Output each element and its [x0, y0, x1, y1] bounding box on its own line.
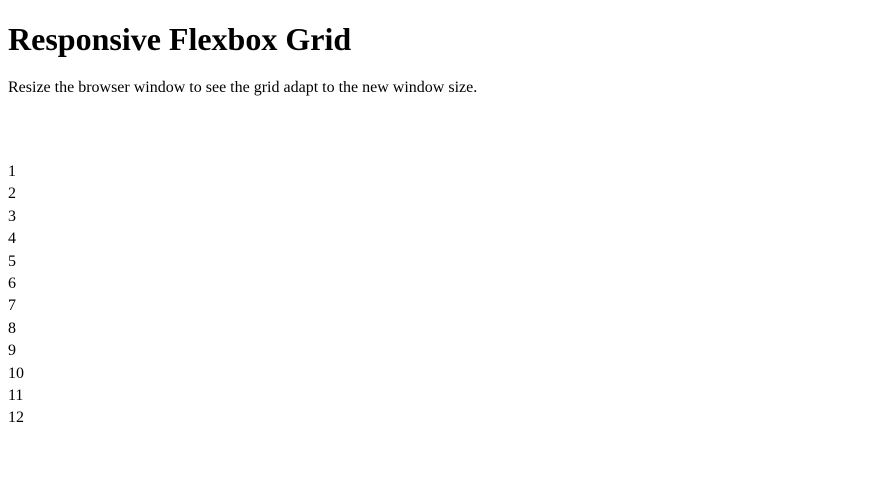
list-item: 3	[8, 206, 881, 228]
page-title: Responsive Flexbox Grid	[8, 21, 881, 58]
list-item: 1	[8, 161, 881, 183]
list-item: 9	[8, 340, 881, 362]
list-item: 6	[8, 273, 881, 295]
list-item: 10	[8, 363, 881, 385]
list-item: 5	[8, 251, 881, 273]
list-item: 2	[8, 183, 881, 205]
list-item: 7	[8, 295, 881, 317]
list-item: 12	[8, 407, 881, 429]
list-item: 11	[8, 385, 881, 407]
list-item: 4	[8, 228, 881, 250]
list-item: 8	[8, 318, 881, 340]
page-description: Resize the browser window to see the gri…	[8, 79, 881, 97]
items-list: 1 2 3 4 5 6 7 8 9 10 11 12	[8, 161, 881, 430]
spacer	[8, 113, 881, 145]
